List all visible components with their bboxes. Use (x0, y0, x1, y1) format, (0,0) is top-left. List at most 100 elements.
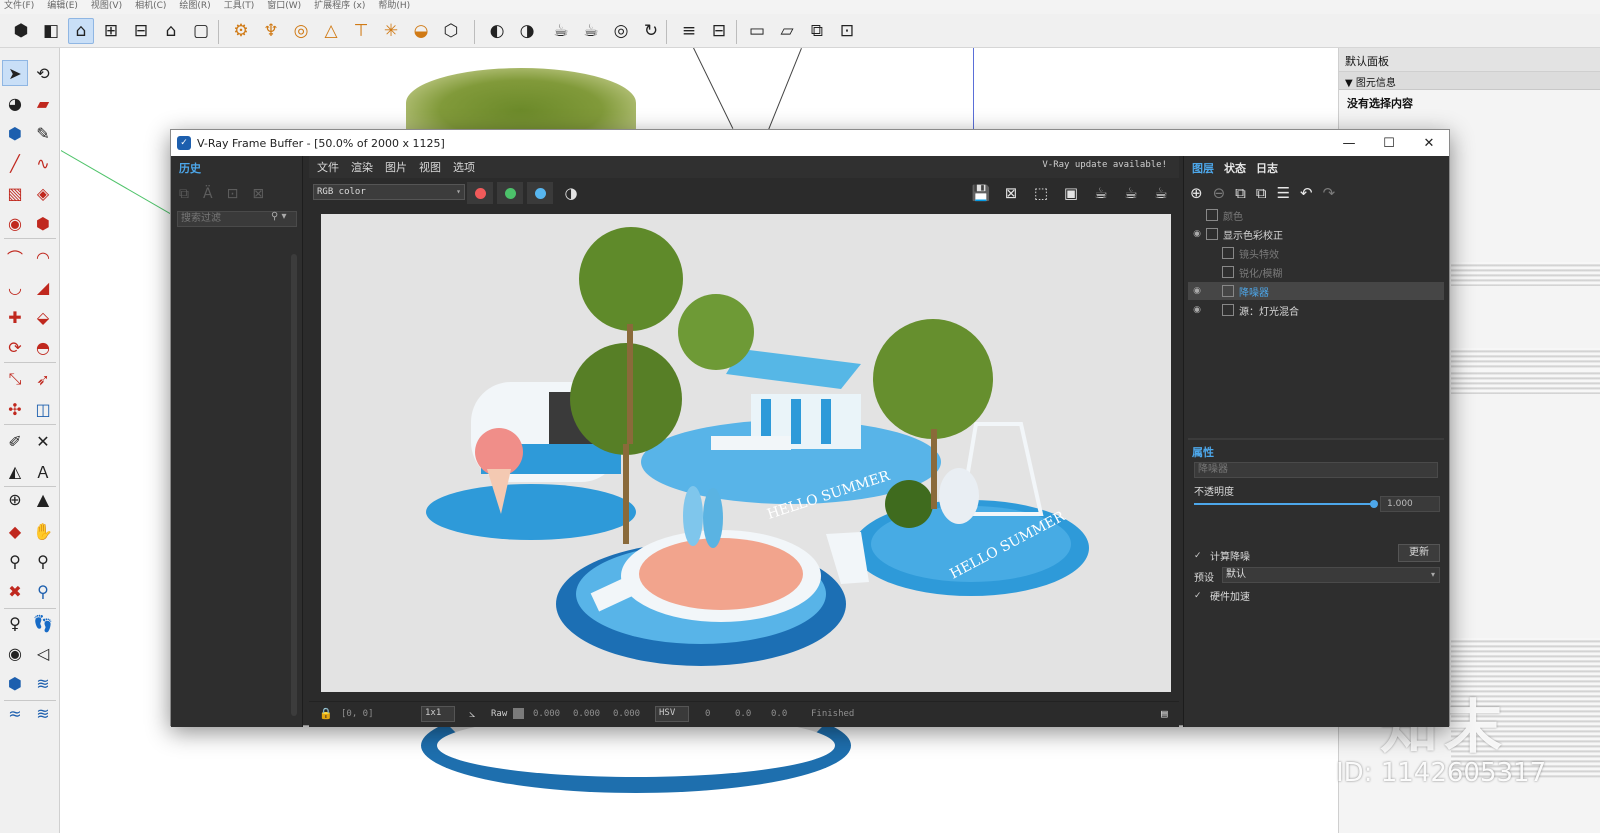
undo-icon[interactable]: ↶ (1300, 184, 1313, 202)
vray-render-icon[interactable]: ♆ (258, 18, 284, 44)
search-icon[interactable]: ⚲ ▾ (271, 211, 287, 222)
vray-fur-icon[interactable]: ◑ (514, 18, 540, 44)
eye-icon[interactable]: ◉ (1188, 305, 1206, 315)
layer-row[interactable]: 锐化/模糊 (1188, 263, 1444, 281)
menu-item[interactable]: 编辑(E) (47, 0, 78, 14)
zoom-extents-icon[interactable]: ✖ (2, 578, 28, 604)
text-icon[interactable]: Ａ (30, 458, 56, 484)
eye-icon[interactable]: ◉ (1188, 229, 1206, 239)
menu-item[interactable]: 窗口(W) (267, 0, 301, 14)
section-plane-icon[interactable]: ◁ (30, 640, 56, 666)
render-image[interactable]: HELLO SUMMER HELLO SUMMER (321, 214, 1171, 692)
blue-channel-button[interactable] (527, 182, 553, 204)
tab-history[interactable]: 历史 (179, 160, 201, 176)
tape-icon[interactable]: ✐ (2, 428, 28, 454)
interactive-render-icon[interactable]: ☕ (1089, 182, 1113, 204)
3d-text-icon[interactable]: ▲ (30, 486, 56, 512)
menu-render[interactable]: 渲染 (351, 159, 373, 175)
lock-icon[interactable]: 🔒 (319, 707, 333, 720)
orbit-tool-icon[interactable]: ⟲ (30, 60, 56, 86)
checkbox-checked-icon[interactable]: ✓ (1194, 591, 1204, 601)
red-channel-button[interactable] (467, 182, 493, 204)
checkbox-checked-icon[interactable]: ✓ (1194, 551, 1204, 561)
rectangle-icon[interactable]: ▧ (2, 180, 28, 206)
add-layer-icon[interactable]: ⊕ (1190, 184, 1203, 202)
save-layers-icon[interactable]: ⧉ (1235, 184, 1246, 202)
home-icon[interactable]: ⌂ (68, 18, 94, 44)
walk-icon[interactable]: 👣 (30, 610, 56, 636)
layer-name-field[interactable]: 降噪器 (1194, 462, 1438, 478)
history-ab-icon[interactable]: Ä (203, 186, 213, 202)
vray-proxy-icon[interactable]: ◐ (484, 18, 510, 44)
zoom-icon[interactable]: ⚲ (2, 548, 28, 574)
update-notice-link[interactable]: V-Ray update available! (1042, 160, 1167, 170)
orbit2-icon[interactable]: ◆ (2, 518, 28, 544)
axes-tool-icon[interactable]: ⊕ (2, 486, 28, 512)
dimension-icon[interactable]: ✕ (30, 428, 56, 454)
menu-item[interactable]: 扩展程序 (x) (314, 0, 365, 14)
vray-teapot-play-icon[interactable]: ☕ (578, 18, 604, 44)
materials-icon[interactable]: ◧ (38, 18, 64, 44)
vray-refresh-icon[interactable]: ↻ (638, 18, 664, 44)
rotate-icon[interactable]: ⟳ (2, 334, 28, 360)
history-scrollbar[interactable] (291, 254, 297, 716)
panel-toggle-icon[interactable]: ▤ (1161, 707, 1168, 720)
save-image-icon[interactable]: 💾 (969, 182, 993, 204)
select-tool-icon[interactable]: ➤ (2, 60, 28, 86)
green-channel-button[interactable] (497, 182, 523, 204)
vray-clipper-icon[interactable]: ⊟ (706, 18, 732, 44)
polygon-icon[interactable]: ⬢ (30, 210, 56, 236)
history-save-icon[interactable]: ⧉ (179, 186, 189, 202)
layers-icon[interactable]: ≈ (2, 700, 28, 726)
stop-render-icon[interactable]: ☕ (1119, 182, 1143, 204)
layer-row[interactable]: 镜头特效 (1188, 244, 1444, 262)
opacity-slider-knob[interactable] (1370, 500, 1378, 508)
components-icon[interactable]: ⬢ (8, 18, 34, 44)
vray-interactive-icon[interactable]: ◎ (288, 18, 314, 44)
menu-item[interactable]: 相机(C) (135, 0, 166, 14)
maximize-button[interactable]: ☐ (1369, 130, 1409, 156)
color-mode-select[interactable]: HSV (655, 706, 689, 722)
update-button[interactable]: 更新 (1398, 544, 1440, 562)
menu-item[interactable]: 工具(T) (224, 0, 255, 14)
menu-file[interactable]: 文件 (317, 159, 339, 175)
preset-select[interactable]: 默认 ▾ (1222, 567, 1440, 583)
vray-lock-icon[interactable]: ⊡ (834, 18, 860, 44)
pan-icon[interactable]: ✋ (30, 518, 56, 544)
vray-plane-icon[interactable]: ≡ (676, 18, 702, 44)
vray-teapot-icon[interactable]: ☕ (548, 18, 574, 44)
panel-divider[interactable] (1188, 438, 1444, 440)
tools-icon[interactable]: ≋ (30, 700, 56, 726)
look-around-icon[interactable]: ◉ (2, 640, 28, 666)
vray-frame2-icon[interactable]: ▱ (774, 18, 800, 44)
sandbox-icon[interactable]: ⬢ (2, 670, 28, 696)
box-icon[interactable]: ▢ (188, 18, 214, 44)
arc-icon[interactable]: ⌒ (2, 244, 28, 270)
circle-icon[interactable]: ◉ (2, 210, 28, 236)
position-camera-icon[interactable]: ♀ (2, 610, 28, 636)
vray-light-icon[interactable]: ⊤ (348, 18, 374, 44)
compute-denoise-row[interactable]: ✓ 计算降噪 (1194, 548, 1250, 564)
rotated-rect-icon[interactable]: ◈ (30, 180, 56, 206)
pie-icon[interactable]: ◢ (30, 274, 56, 300)
history-delete-icon[interactable]: ⊠ (252, 186, 264, 202)
arc3-icon[interactable]: ◡ (2, 274, 28, 300)
warehouse-icon[interactable]: ⊞ (98, 18, 124, 44)
vfb-titlebar[interactable]: ✓ V-Ray Frame Buffer - [50.0% of 2000 x … (171, 130, 1449, 156)
menu-item[interactable]: 文件(F) (4, 0, 34, 14)
minimize-button[interactable]: — (1329, 130, 1369, 156)
opacity-slider[interactable] (1194, 500, 1378, 508)
arc2-icon[interactable]: ◠ (30, 244, 56, 270)
vray-frame3-icon[interactable]: ⧉ (804, 18, 830, 44)
menu-options[interactable]: 选项 (453, 159, 475, 175)
menu-item[interactable]: 帮助(H) (378, 0, 410, 14)
redo-icon[interactable]: ↷ (1323, 184, 1336, 202)
paint-bucket-icon[interactable]: ◕ (2, 90, 28, 116)
eraser-icon[interactable]: ▰ (30, 90, 56, 116)
menu-item[interactable]: 绘图(R) (179, 0, 210, 14)
tab-layers[interactable]: 图层 (1192, 160, 1214, 176)
axes-icon[interactable]: ✣ (2, 396, 28, 422)
layer-row[interactable]: ◉ 源：灯光混合 (1188, 301, 1444, 319)
vray-swirl-icon[interactable]: ◎ (608, 18, 634, 44)
region-render-icon[interactable]: ⬚ (1029, 182, 1053, 204)
